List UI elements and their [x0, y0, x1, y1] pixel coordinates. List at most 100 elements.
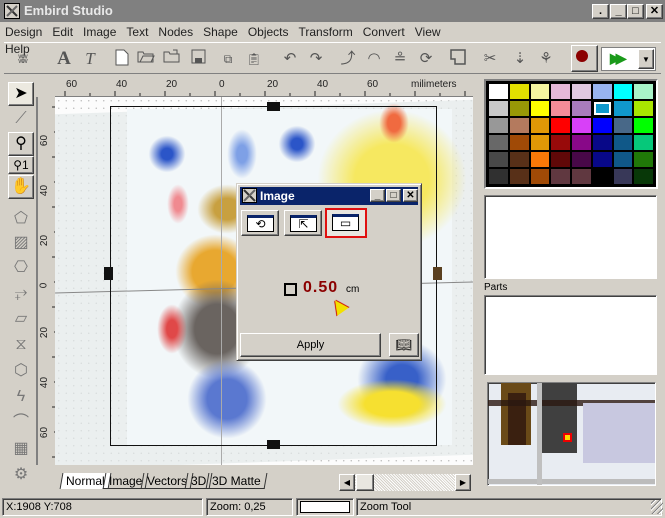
ring-tool[interactable]: ⎔ — [8, 257, 34, 281]
color-swatch[interactable] — [634, 84, 653, 99]
color-swatch[interactable] — [551, 169, 570, 184]
color-swatch[interactable] — [509, 84, 529, 99]
color-swatch[interactable] — [572, 101, 591, 116]
menu-convert[interactable]: Convert — [358, 22, 410, 39]
color-swatch[interactable] — [613, 152, 633, 167]
menu-transform[interactable]: Transform — [294, 22, 358, 39]
color-swatch[interactable] — [551, 101, 570, 116]
color-swatch[interactable] — [592, 118, 612, 133]
help-book-button[interactable]: 📖︎ — [389, 333, 419, 357]
color-swatch[interactable] — [572, 135, 591, 150]
text-icon[interactable]: A — [54, 49, 74, 69]
resize-handle-right[interactable] — [433, 267, 442, 280]
border-mode-button[interactable]: ▭ — [325, 208, 367, 238]
menu-objects[interactable]: Objects — [243, 22, 294, 39]
menu-view[interactable]: View — [410, 22, 446, 39]
rotate-mode-button[interactable]: ⟲ — [241, 210, 279, 236]
resize-handle-bottom[interactable] — [267, 440, 280, 449]
pan-tool[interactable]: ✋ — [8, 175, 34, 199]
color-swatch[interactable] — [489, 84, 508, 99]
color-swatch[interactable] — [634, 135, 653, 150]
color-swatch[interactable] — [530, 118, 550, 133]
border-value[interactable]: 0.50 — [303, 279, 338, 297]
move-mode-button[interactable]: ⇱ — [284, 210, 322, 236]
color-swatch[interactable] — [551, 118, 570, 133]
dialog-title-bar[interactable]: Image _ □ ✕ — [240, 187, 418, 205]
color-swatch[interactable] — [530, 84, 550, 99]
text-on-path-icon[interactable]: T — [80, 49, 100, 69]
gear-tool[interactable]: ⚙ — [8, 464, 34, 488]
color-swatch[interactable] — [634, 152, 653, 167]
chevron-down-icon[interactable]: ▼ — [638, 49, 654, 69]
color-swatch[interactable] — [530, 169, 550, 184]
color-swatch[interactable] — [530, 152, 550, 167]
menu-edit[interactable]: Edit — [47, 22, 78, 39]
color-swatch[interactable] — [489, 169, 508, 184]
dialog-maximize-button[interactable]: □ — [386, 189, 401, 202]
view-cut-icon[interactable]: ✂ — [480, 49, 500, 69]
color-swatch[interactable] — [509, 118, 529, 133]
scroll-left-button[interactable]: ◀ — [339, 474, 355, 491]
color-swatch[interactable] — [592, 84, 612, 99]
color-swatch[interactable] — [572, 118, 591, 133]
color-swatch[interactable] — [509, 101, 529, 116]
node-tool[interactable]: ⟋ — [8, 108, 34, 132]
menu-nodes[interactable]: Nodes — [153, 22, 198, 39]
satin-tool[interactable]: ⥅ — [8, 282, 34, 306]
tab-3d-matte[interactable]: 3D Matte — [205, 473, 268, 489]
color-swatch[interactable] — [572, 84, 591, 99]
menu-image[interactable]: Image — [78, 22, 121, 39]
dialog-minimize-button[interactable]: _ — [370, 189, 385, 202]
color-swatch[interactable] — [613, 118, 633, 133]
resize-grip[interactable] — [651, 500, 663, 514]
menu-shape[interactable]: Shape — [198, 22, 243, 39]
parts-list[interactable] — [484, 295, 657, 375]
horizontal-scrollbar[interactable]: ◀ ▶ — [339, 474, 471, 491]
scroll-thumb[interactable] — [356, 474, 374, 491]
maximize-button[interactable]: □ — [627, 4, 644, 19]
color-swatch[interactable] — [613, 135, 633, 150]
foot-down-icon[interactable]: ⇣ — [510, 49, 530, 69]
resize-handle-top[interactable] — [267, 102, 280, 111]
stitch-icon[interactable]: ʬʬ — [12, 49, 32, 69]
border-checkbox[interactable] — [284, 283, 297, 296]
paste-icon[interactable]: 📋︎ — [244, 49, 264, 69]
select-tool[interactable]: ➤ — [8, 82, 34, 106]
color-swatch[interactable] — [489, 152, 508, 167]
shape-outline-tool[interactable]: ⬠ — [8, 208, 34, 232]
zoom-tool[interactable]: ⚲ — [8, 132, 34, 156]
color-swatch[interactable] — [613, 84, 633, 99]
color-swatch[interactable] — [509, 152, 529, 167]
save-icon[interactable] — [188, 49, 208, 69]
node-edit-icon[interactable]: ⤴ — [338, 49, 358, 69]
gauge-icon[interactable]: ◠ — [364, 49, 384, 69]
color-swatch[interactable] — [634, 118, 653, 133]
minimize-button[interactable]: _ — [610, 4, 627, 19]
color-swatch[interactable] — [592, 169, 612, 184]
objects-list[interactable] — [484, 195, 657, 279]
color-swatch[interactable] — [551, 152, 570, 167]
import-icon[interactable] — [162, 49, 182, 69]
color-swatch[interactable] — [592, 135, 612, 150]
color-swatch[interactable] — [592, 152, 612, 167]
scroll-right-button[interactable]: ▶ — [455, 474, 471, 491]
frame-icon[interactable] — [448, 49, 468, 69]
new-file-icon[interactable] — [112, 49, 132, 69]
lattice-tool[interactable]: ▦ — [8, 438, 34, 462]
twisted-tool[interactable]: ⧖ — [8, 334, 34, 358]
color-swatch[interactable] — [509, 135, 529, 150]
color-swatch[interactable] — [634, 101, 653, 116]
dialog-close-button[interactable]: ✕ — [403, 189, 418, 202]
copy-icon[interactable]: ⧉ — [218, 49, 238, 69]
color-swatch[interactable] — [613, 101, 633, 116]
zigzag-tool[interactable]: ϟ — [8, 386, 34, 410]
color-swatch[interactable] — [509, 169, 529, 184]
color-swatch[interactable] — [613, 169, 633, 184]
apply-button[interactable]: Apply — [240, 333, 381, 357]
color-swatch[interactable] — [530, 135, 550, 150]
undo-icon[interactable]: ↶ — [280, 49, 300, 69]
resize-handle-left[interactable] — [104, 267, 113, 280]
zoom-1-tool[interactable]: ⚲1 — [8, 156, 34, 174]
close-button[interactable]: ✕ — [646, 4, 663, 19]
record-button[interactable] — [571, 45, 598, 72]
